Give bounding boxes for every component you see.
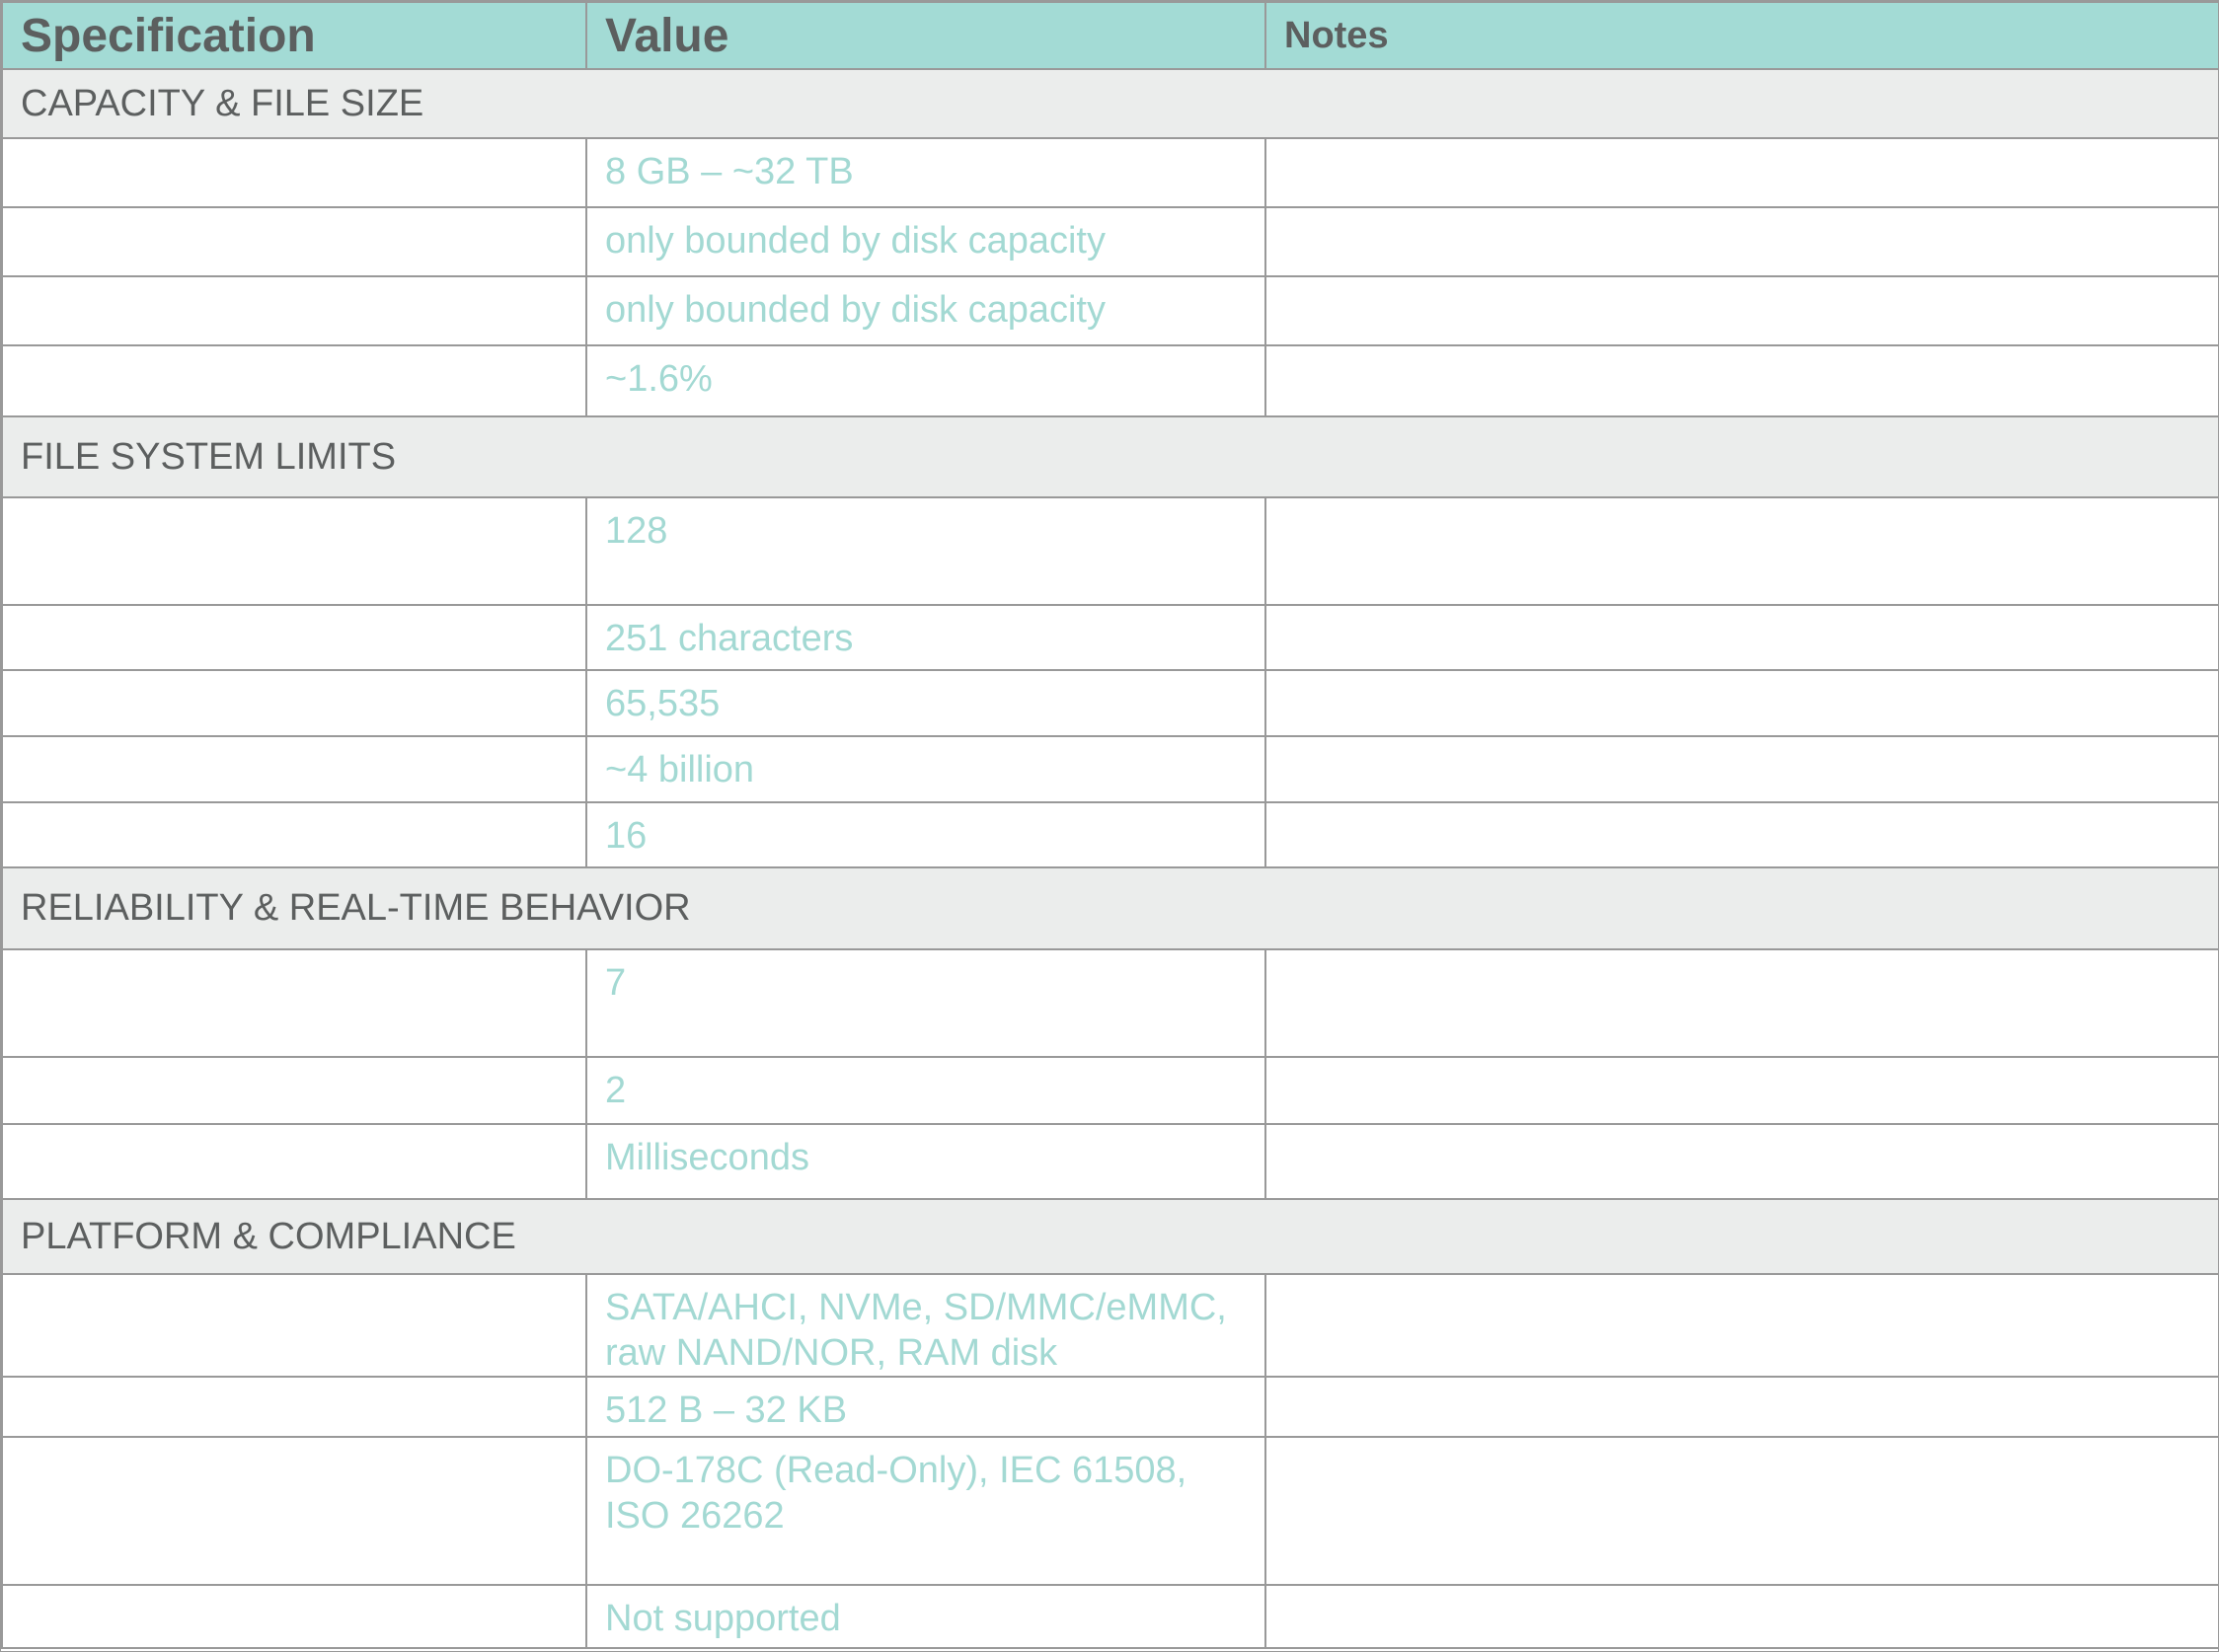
spec-cell — [1, 948, 587, 1058]
value-cell: DO-178C (Read-Only), IEC 61508, ISO 2626… — [585, 1436, 1266, 1586]
table-row: SATA/AHCI, NVMe, SD/MMC/eMMC, raw NAND/N… — [1, 1273, 2219, 1378]
value-cell: Milliseconds — [585, 1123, 1266, 1200]
value-cell: ~1.6% — [585, 344, 1266, 417]
spec-table: Specification Value Notes CAPACITY & FIL… — [1, 1, 2219, 1649]
spec-cell — [1, 1436, 587, 1586]
spec-cell — [1, 1376, 587, 1438]
value-cell: 2 — [585, 1056, 1266, 1125]
section-title: FILE SYSTEM LIMITS — [1, 415, 2219, 498]
value-cell: 251 characters — [585, 604, 1266, 671]
notes-cell — [1264, 206, 2219, 277]
notes-cell — [1264, 137, 2219, 208]
value-cell: 512 B – 32 KB — [585, 1376, 1266, 1438]
table-row: ~4 billion — [1, 735, 2219, 803]
table-row: 2 — [1, 1056, 2219, 1125]
notes-cell — [1264, 1273, 2219, 1378]
value-cell: 16 — [585, 801, 1266, 868]
spec-cell — [1, 1273, 587, 1378]
notes-cell — [1264, 1123, 2219, 1200]
notes-cell — [1264, 735, 2219, 803]
spec-cell — [1, 496, 587, 606]
table-row: Not supported — [1, 1584, 2219, 1649]
table-row: 8 GB – ~32 TB — [1, 137, 2219, 208]
notes-cell — [1264, 1376, 2219, 1438]
notes-cell — [1264, 604, 2219, 671]
table-row: 251 characters — [1, 604, 2219, 671]
value-cell: Not supported — [585, 1584, 1266, 1649]
notes-cell — [1264, 948, 2219, 1058]
header-value: Value — [585, 1, 1266, 70]
value-cell: SATA/AHCI, NVMe, SD/MMC/eMMC, raw NAND/N… — [585, 1273, 1266, 1378]
spec-cell — [1, 1584, 587, 1649]
notes-cell — [1264, 801, 2219, 868]
value-cell: only bounded by disk capacity — [585, 275, 1266, 346]
spec-cell — [1, 604, 587, 671]
spec-cell — [1, 669, 587, 737]
value-cell: 65,535 — [585, 669, 1266, 737]
value-cell: 7 — [585, 948, 1266, 1058]
section-title: CAPACITY & FILE SIZE — [1, 68, 2219, 139]
table-row: 128 — [1, 496, 2219, 606]
section-title: RELIABILITY & REAL-TIME BEHAVIOR — [1, 866, 2219, 950]
header-specification: Specification — [1, 1, 587, 70]
section-file-system-limits: FILE SYSTEM LIMITS — [1, 415, 2219, 498]
spec-cell — [1, 206, 587, 277]
table-row: 7 — [1, 948, 2219, 1058]
section-capacity-file-size: CAPACITY & FILE SIZE — [1, 68, 2219, 139]
value-cell: 8 GB – ~32 TB — [585, 137, 1266, 208]
table-row: 65,535 — [1, 669, 2219, 737]
section-title: PLATFORM & COMPLIANCE — [1, 1198, 2219, 1275]
value-cell: ~4 billion — [585, 735, 1266, 803]
table-row: 512 B – 32 KB — [1, 1376, 2219, 1438]
spec-cell — [1, 735, 587, 803]
header-notes: Notes — [1264, 1, 2219, 70]
notes-cell — [1264, 669, 2219, 737]
notes-cell — [1264, 496, 2219, 606]
table-row: 16 — [1, 801, 2219, 868]
spec-cell — [1, 344, 587, 417]
header-row: Specification Value Notes — [1, 1, 2219, 70]
notes-cell — [1264, 1056, 2219, 1125]
table-row: Milliseconds — [1, 1123, 2219, 1200]
value-cell: 128 — [585, 496, 1266, 606]
spec-cell — [1, 137, 587, 208]
spec-cell — [1, 275, 587, 346]
section-platform-compliance: PLATFORM & COMPLIANCE — [1, 1198, 2219, 1275]
notes-cell — [1264, 1436, 2219, 1586]
table-row: only bounded by disk capacity — [1, 206, 2219, 277]
table-row: ~1.6% — [1, 344, 2219, 417]
notes-cell — [1264, 1584, 2219, 1649]
spec-cell — [1, 1123, 587, 1200]
spec-table-container: Specification Value Notes CAPACITY & FIL… — [0, 0, 2219, 1652]
notes-cell — [1264, 344, 2219, 417]
section-reliability-real-time-behavior: RELIABILITY & REAL-TIME BEHAVIOR — [1, 866, 2219, 950]
spec-cell — [1, 801, 587, 868]
spec-cell — [1, 1056, 587, 1125]
notes-cell — [1264, 275, 2219, 346]
value-cell: only bounded by disk capacity — [585, 206, 1266, 277]
table-row: only bounded by disk capacity — [1, 275, 2219, 346]
table-row: DO-178C (Read-Only), IEC 61508, ISO 2626… — [1, 1436, 2219, 1586]
